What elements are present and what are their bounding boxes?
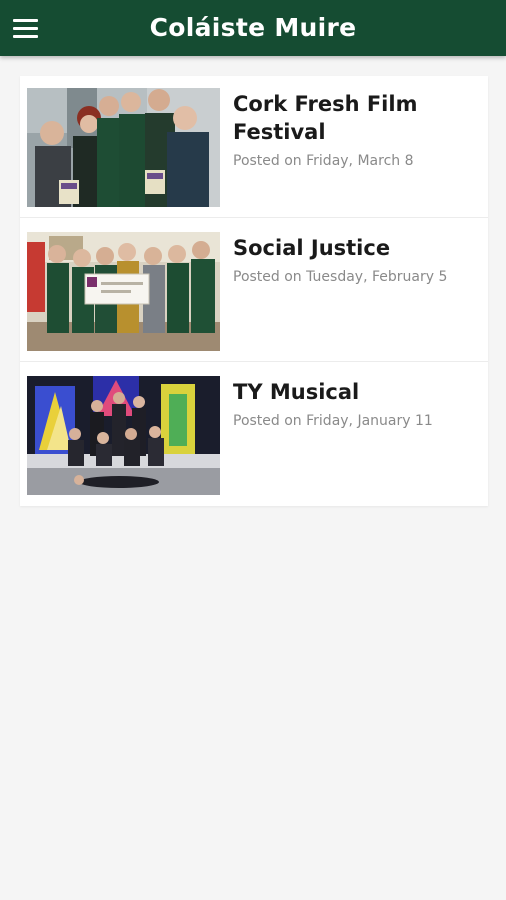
news-item-title[interactable]: TY Musical	[233, 378, 478, 406]
app-bar: Coláiste Muire	[0, 0, 506, 56]
news-list: Cork Fresh Film Festival Posted on Frida…	[20, 76, 488, 506]
news-item-social-justice[interactable]: Social Justice Posted on Tuesday, Februa…	[20, 217, 488, 360]
news-thumbnail-image[interactable]	[27, 232, 220, 351]
news-thumbnail-image[interactable]	[27, 376, 220, 495]
news-item-date: Posted on Friday, January 11	[233, 413, 433, 429]
news-item-ty-musical[interactable]: TY Musical Posted on Friday, January 11	[20, 361, 488, 504]
news-item-date: Posted on Tuesday, February 5	[233, 269, 448, 285]
news-thumbnail-image[interactable]	[27, 88, 220, 207]
news-item-cork-fresh-film-festival[interactable]: Cork Fresh Film Festival Posted on Frida…	[20, 76, 488, 216]
app-title: Coláiste Muire	[149, 13, 357, 42]
news-item-date: Posted on Friday, March 8	[233, 153, 414, 169]
news-item-title[interactable]: Social Justice	[233, 234, 478, 262]
news-item-title[interactable]: Cork Fresh Film Festival	[233, 90, 478, 146]
